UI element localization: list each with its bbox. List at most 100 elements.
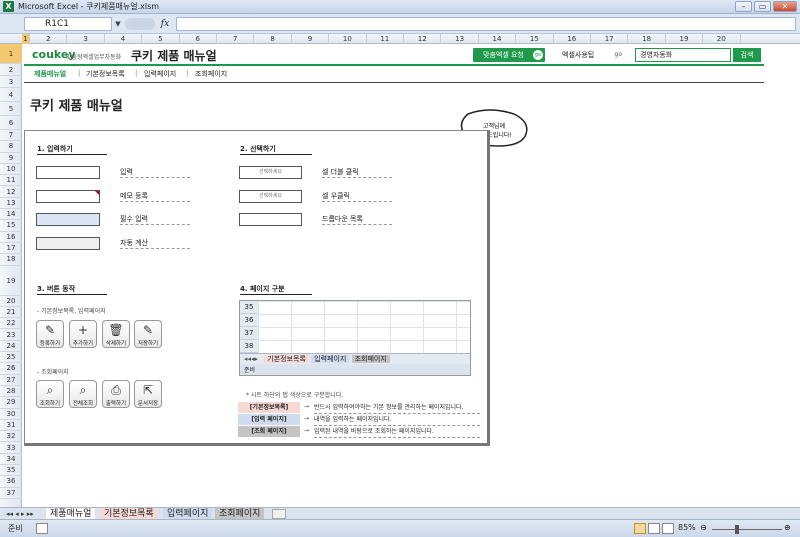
row-header[interactable]: 22 — [0, 318, 22, 330]
row-header[interactable]: 25 — [0, 352, 22, 364]
column-header[interactable]: 8 — [254, 34, 292, 44]
dropdown-cell-sample[interactable] — [239, 213, 302, 226]
row-header[interactable]: 23 — [0, 330, 22, 341]
row-header[interactable]: 31 — [0, 420, 22, 432]
row-header[interactable]: 34 — [0, 454, 22, 466]
row-header[interactable]: 13 — [0, 198, 22, 210]
normal-view-icon[interactable] — [634, 523, 646, 534]
maximize-button[interactable]: ▭ — [754, 1, 771, 12]
search-button[interactable]: 검색 — [733, 48, 761, 62]
column-header[interactable]: 12 — [404, 34, 442, 44]
row-header[interactable]: 12 — [0, 187, 22, 198]
row-header[interactable]: 2 — [0, 64, 22, 76]
row-header[interactable]: 9 — [0, 153, 22, 164]
name-box[interactable]: R1C1 — [24, 17, 112, 31]
column-header[interactable]: 13 — [441, 34, 479, 44]
column-header[interactable]: 15 — [516, 34, 554, 44]
row-header[interactable]: 30 — [0, 409, 22, 420]
column-header[interactable]: 11 — [367, 34, 404, 44]
row-header[interactable]: 24 — [0, 341, 22, 353]
nav-input-page[interactable]: 입력페이지 — [144, 69, 176, 79]
column-header[interactable]: 19 — [666, 34, 704, 44]
column-header[interactable]: 10 — [329, 34, 367, 44]
row-header[interactable]: 1 — [0, 44, 22, 64]
insert-function-icon[interactable]: fx — [158, 17, 172, 31]
search-icon: ⌕ — [79, 383, 87, 397]
row-header[interactable]: 14 — [0, 209, 22, 221]
row-header[interactable]: 4 — [0, 88, 22, 102]
nav-basic-info-list[interactable]: 기본정보목록 — [86, 69, 125, 79]
zoom-in-icon[interactable]: ⊕ — [784, 523, 791, 532]
column-header[interactable]: 2 — [30, 34, 68, 44]
export-document-button[interactable]: ⇱ 문서저장 — [134, 380, 162, 408]
column-header[interactable]: 5 — [142, 34, 180, 44]
row-header[interactable]: 3 — [0, 76, 22, 88]
formula-input[interactable] — [176, 17, 796, 31]
row-header[interactable]: 28 — [0, 386, 22, 398]
page-break-icon[interactable] — [662, 523, 674, 534]
row-header[interactable]: 6 — [0, 116, 22, 130]
row-header[interactable]: 17 — [0, 243, 22, 255]
select-cell-doubleclick[interactable]: 선택하세요 — [239, 166, 302, 179]
column-header[interactable]: 18 — [628, 34, 666, 44]
name-box-dropdown-icon[interactable]: ▼ — [112, 17, 124, 31]
row-header[interactable]: 35 — [0, 465, 22, 477]
print-button[interactable]: ⎙ 출력하기 — [102, 380, 130, 408]
select-cell-rightclick[interactable]: 선택하세요 — [239, 190, 302, 203]
input-cell-sample[interactable] — [36, 166, 100, 179]
save-button[interactable]: ✎ 저장하기 — [134, 320, 162, 348]
row-header[interactable]: 27 — [0, 375, 22, 386]
column-header[interactable]: 3 — [67, 34, 105, 44]
excel-tips-button[interactable]: 엑셀사용팁 go — [556, 48, 626, 62]
save-label: 저장하기 — [137, 341, 159, 347]
row-header[interactable]: 16 — [0, 232, 22, 243]
excel-icon[interactable]: X — [3, 1, 14, 12]
row-header[interactable]: 37 — [0, 488, 22, 499]
query-button[interactable]: ⌕ 조회하기 — [36, 380, 64, 408]
nav-query-page[interactable]: 조회페이지 — [195, 69, 227, 79]
row-header[interactable]: 33 — [0, 443, 22, 454]
row-header[interactable]: 10 — [0, 164, 22, 176]
zoom-out-icon[interactable]: ⊖ — [700, 523, 707, 532]
row-header[interactable]: 7 — [0, 130, 22, 142]
column-header[interactable]: 14 — [479, 34, 517, 44]
custom-excel-request-button[interactable]: 맞춤엑셀 요청 go — [473, 48, 545, 62]
close-button[interactable]: ✕ — [773, 1, 797, 12]
row-header[interactable]: 15 — [0, 220, 22, 232]
search-input[interactable]: 경영자동화 — [635, 48, 731, 62]
macro-record-icon[interactable] — [36, 523, 48, 534]
register-button[interactable]: ✎ 등록하기 — [36, 320, 64, 348]
row-header[interactable]: 8 — [0, 141, 22, 153]
zoom-slider-handle[interactable] — [735, 525, 739, 534]
column-header[interactable]: 7 — [217, 34, 255, 44]
row-header[interactable]: 19 — [0, 266, 22, 296]
add-button[interactable]: + 추가하기 — [69, 320, 97, 348]
column-header[interactable]: 17 — [591, 34, 629, 44]
auto-calc-cell-sample[interactable] — [36, 237, 100, 250]
row-header[interactable]: 18 — [0, 254, 22, 266]
column-header[interactable]: 16 — [554, 34, 591, 44]
row-header[interactable]: 11 — [0, 175, 22, 187]
delete-button[interactable]: 🗑 삭제하기 — [102, 320, 130, 348]
column-header[interactable]: 6 — [180, 34, 217, 44]
page-layout-icon[interactable] — [648, 523, 660, 534]
row-header[interactable]: 21 — [0, 307, 22, 319]
row-header[interactable]: 20 — [0, 296, 22, 307]
memo-cell-sample[interactable] — [36, 190, 100, 203]
column-header[interactable]: 20 — [703, 34, 741, 44]
row-header[interactable]: 32 — [0, 431, 22, 443]
required-cell-sample[interactable] — [36, 213, 100, 226]
zoom-level[interactable]: 85% — [678, 523, 696, 532]
row-header[interactable]: 26 — [0, 363, 22, 375]
query-all-button[interactable]: ⌕ 전체조회 — [69, 380, 97, 408]
row-header[interactable]: 29 — [0, 397, 22, 409]
minimize-button[interactable]: – — [735, 1, 752, 12]
column-header[interactable]: 1 — [22, 34, 30, 44]
row-header[interactable]: 36 — [0, 476, 22, 488]
column-header[interactable]: 9 — [292, 34, 330, 44]
row-header[interactable]: 5 — [0, 102, 22, 116]
new-sheet-icon[interactable] — [272, 509, 286, 519]
column-header[interactable]: 4 — [105, 34, 143, 44]
nav-product-manual[interactable]: 제품매뉴얼 — [34, 69, 66, 79]
zoom-slider[interactable] — [712, 529, 782, 530]
